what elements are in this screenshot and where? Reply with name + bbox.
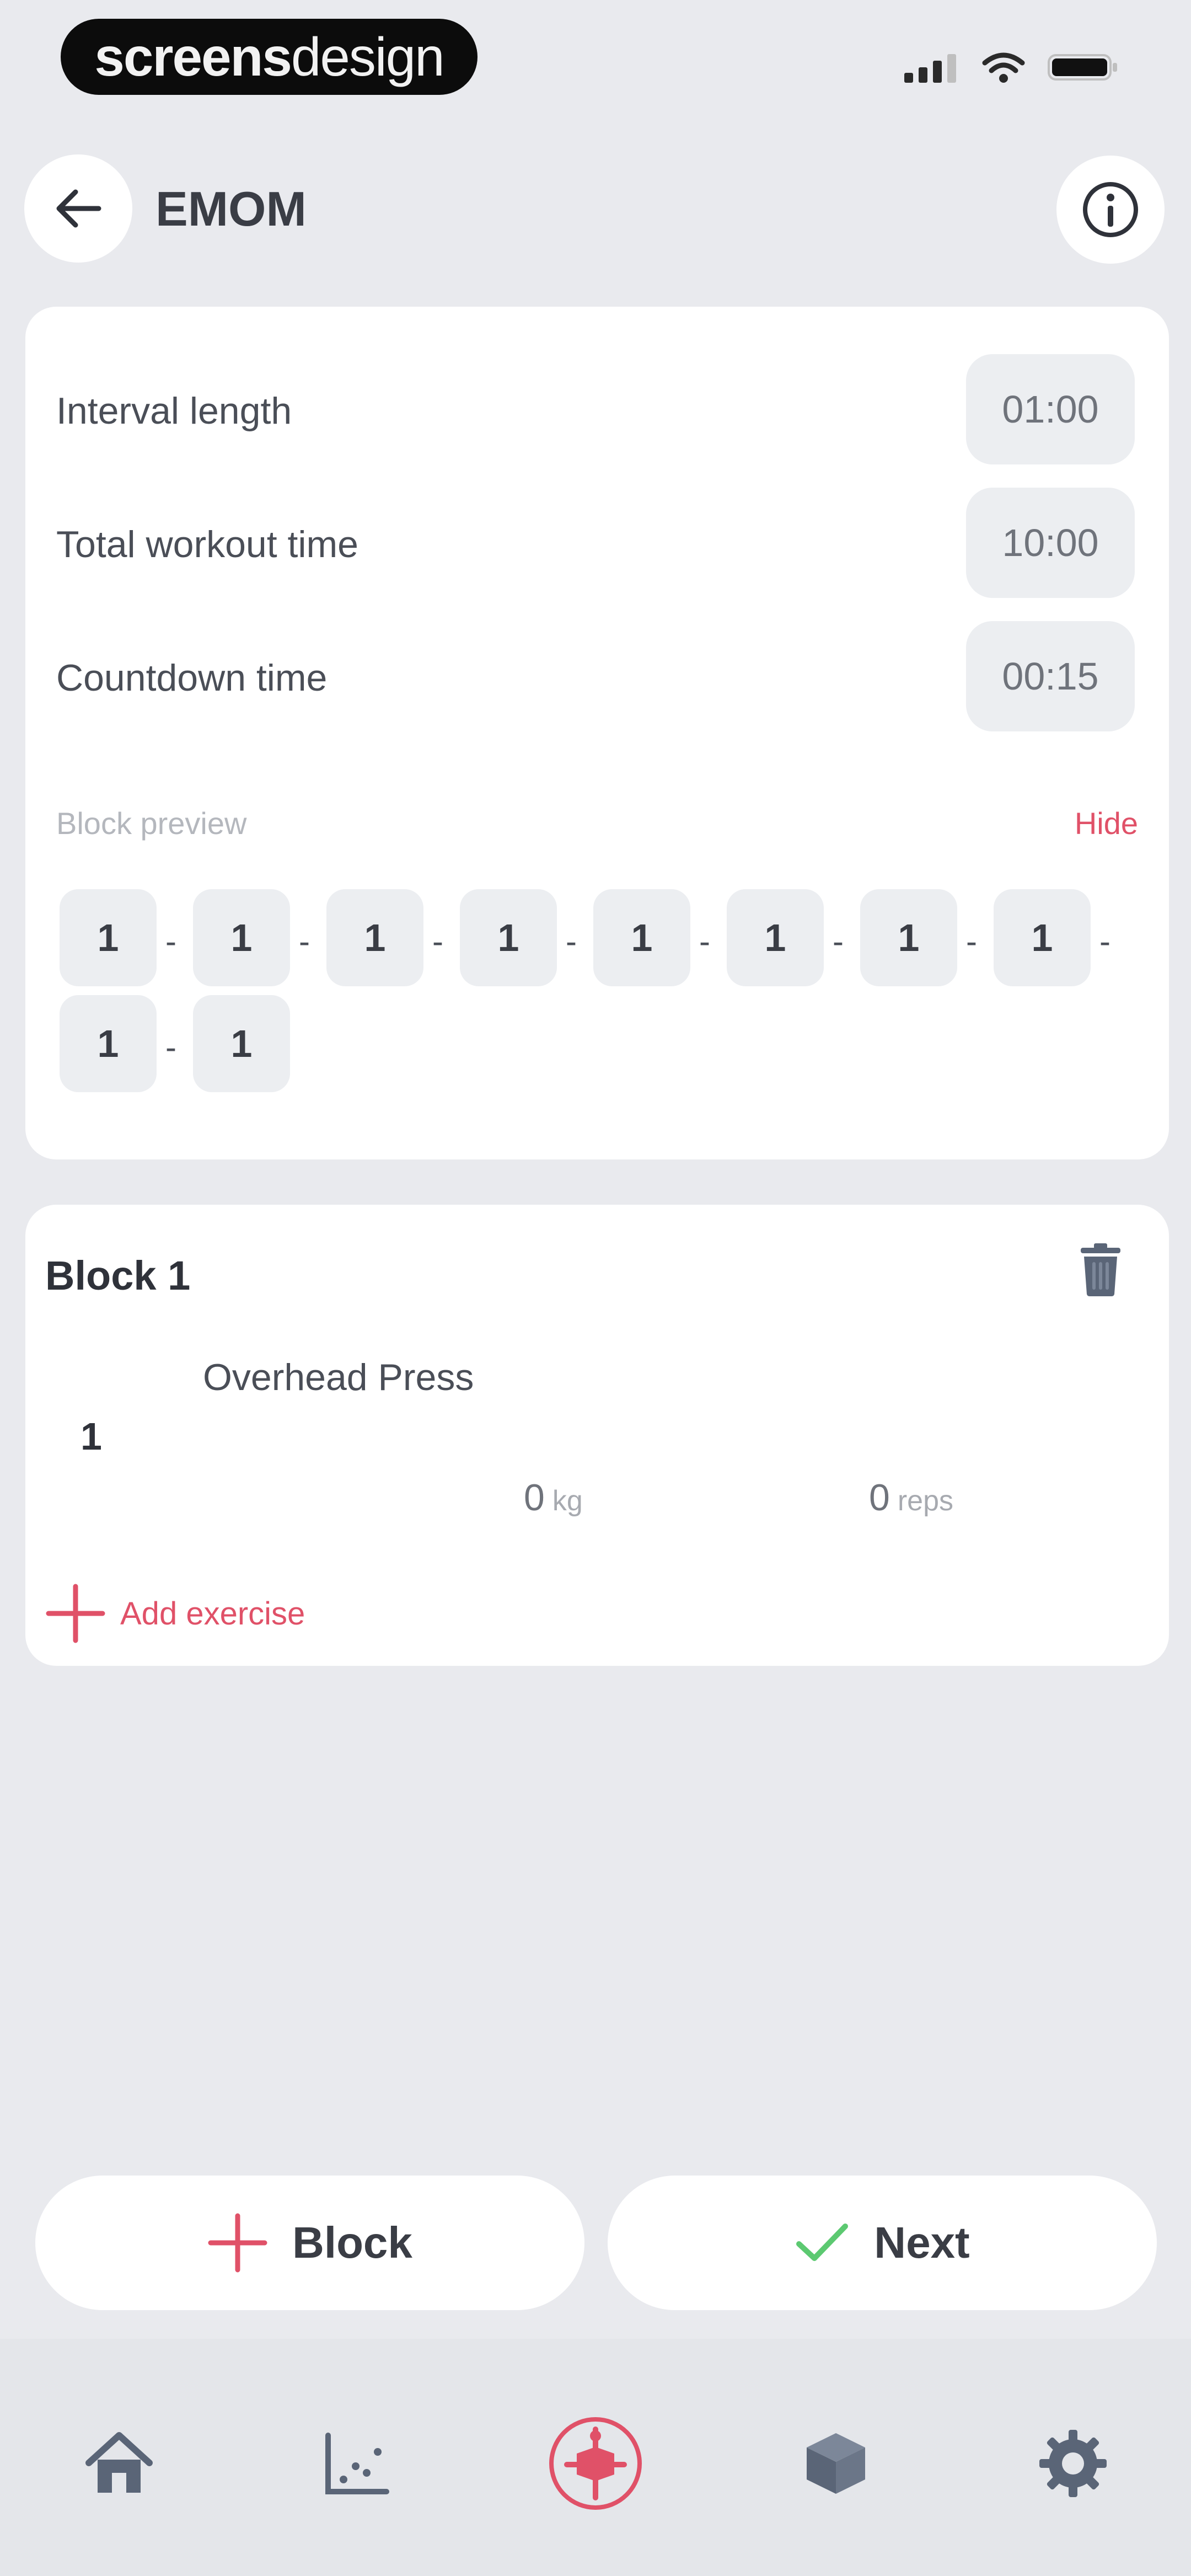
trash-icon[interactable] bbox=[1077, 1242, 1124, 1297]
nav-library[interactable] bbox=[781, 2408, 891, 2519]
add-block-label: Block bbox=[292, 2218, 412, 2267]
preview-separator: - bbox=[966, 923, 977, 960]
reps-field[interactable]: 0 reps bbox=[869, 1476, 953, 1519]
countdown-time-label: Countdown time bbox=[56, 657, 328, 699]
nav-workout[interactable] bbox=[540, 2408, 651, 2519]
stats-chart-icon bbox=[325, 2433, 389, 2494]
preview-separator: - bbox=[699, 923, 710, 960]
block-title: Block 1 bbox=[45, 1253, 191, 1298]
library-box-icon bbox=[807, 2433, 865, 2494]
preview-separator: - bbox=[165, 1029, 176, 1066]
next-button[interactable]: Next bbox=[608, 2176, 1157, 2310]
workout-icon bbox=[549, 2417, 642, 2510]
preview-block: 1 bbox=[460, 889, 557, 986]
add-block-button[interactable]: Block bbox=[35, 2176, 584, 2310]
emom-settings-card: Interval length 01:00 Total workout time… bbox=[25, 307, 1169, 1159]
plus-icon bbox=[46, 1584, 105, 1643]
preview-separator: - bbox=[566, 923, 577, 960]
preview-block: 1 bbox=[860, 889, 957, 986]
info-icon bbox=[1083, 182, 1138, 237]
hide-preview-link[interactable]: Hide bbox=[1075, 805, 1138, 841]
reps-unit: reps bbox=[897, 1485, 953, 1517]
weight-field[interactable]: 0 kg bbox=[524, 1476, 583, 1519]
preview-block: 1 bbox=[326, 889, 423, 986]
next-label: Next bbox=[874, 2218, 970, 2267]
reps-value: 0 bbox=[869, 1477, 890, 1519]
preview-block: 1 bbox=[994, 889, 1091, 986]
brand-light-text: design bbox=[291, 26, 445, 87]
countdown-time-value[interactable]: 00:15 bbox=[966, 621, 1135, 731]
preview-separator: - bbox=[833, 923, 844, 960]
arrow-left-icon bbox=[56, 189, 101, 228]
weight-value: 0 bbox=[524, 1477, 545, 1519]
preview-block: 1 bbox=[727, 889, 824, 986]
brand-bold-text: screens bbox=[94, 26, 292, 87]
bottom-navigation bbox=[0, 2339, 1191, 2576]
block-preview-label: Block preview bbox=[56, 806, 247, 841]
block-card: Block 1 Overhead Press 1 0 kg 0 reps Add e… bbox=[25, 1205, 1169, 1666]
plus-icon bbox=[208, 2213, 267, 2273]
preview-block: 1 bbox=[593, 889, 690, 986]
checkmark-icon bbox=[796, 2224, 849, 2261]
signal-icon bbox=[904, 54, 956, 83]
nav-home[interactable] bbox=[64, 2408, 174, 2519]
exercise-name[interactable]: Overhead Press bbox=[203, 1356, 474, 1399]
nav-settings[interactable] bbox=[1018, 2408, 1128, 2519]
wifi-icon bbox=[982, 52, 1025, 83]
add-exercise-label: Add exercise bbox=[120, 1595, 305, 1632]
preview-block: 1 bbox=[193, 995, 290, 1092]
preview-separator: - bbox=[1099, 923, 1110, 960]
preview-block: 1 bbox=[60, 889, 157, 986]
home-icon bbox=[85, 2432, 153, 2493]
preview-separator: - bbox=[432, 923, 443, 960]
preview-separator: - bbox=[299, 923, 310, 960]
battery-icon bbox=[1048, 54, 1117, 81]
weight-unit: kg bbox=[552, 1485, 583, 1517]
info-button[interactable] bbox=[1056, 156, 1165, 264]
status-icons bbox=[904, 51, 1119, 84]
total-workout-time-label: Total workout time bbox=[56, 523, 358, 565]
preview-separator: - bbox=[165, 923, 176, 960]
preview-block: 1 bbox=[193, 889, 290, 986]
set-number: 1 bbox=[81, 1415, 102, 1458]
preview-block: 1 bbox=[60, 995, 157, 1092]
total-workout-time-value[interactable]: 10:00 bbox=[966, 488, 1135, 598]
nav-stats[interactable] bbox=[301, 2408, 411, 2519]
interval-length-value[interactable]: 01:00 bbox=[966, 354, 1135, 464]
settings-gear-icon bbox=[1039, 2430, 1107, 2497]
interval-length-label: Interval length bbox=[56, 390, 292, 432]
page-title: EMOM bbox=[155, 181, 307, 236]
screensdesign-logo: screensdesign bbox=[61, 19, 478, 95]
add-exercise-button[interactable]: Add exercise bbox=[45, 1583, 305, 1644]
back-button[interactable] bbox=[24, 154, 132, 263]
